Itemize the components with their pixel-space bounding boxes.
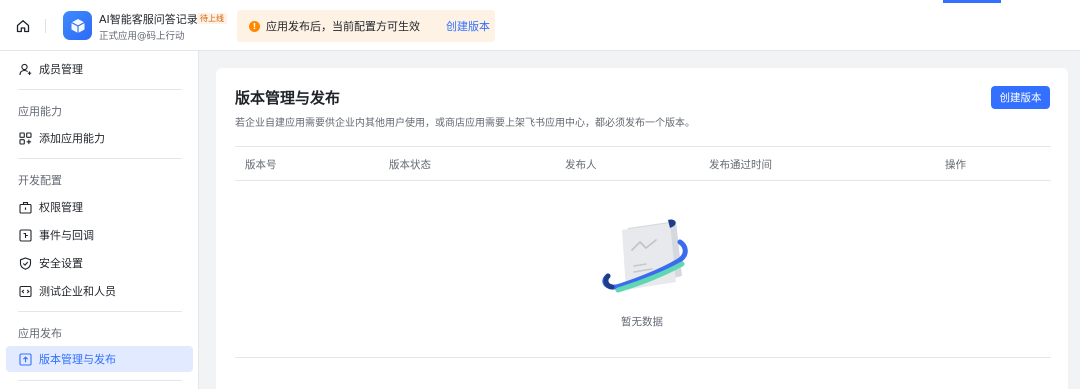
sidebar-item-members[interactable]: 成员管理 [6,56,193,82]
sidebar-item-label: 添加应用能力 [39,132,105,145]
grid-add-icon [18,131,32,145]
create-version-button[interactable]: 创建版本 [991,86,1050,109]
sidebar-item-add-capability[interactable]: 添加应用能力 [6,125,193,151]
sidebar: 成员管理 应用能力 添加应用能力 开发配置 权限管理 事件与回调 安全设置 测试… [0,51,199,389]
app-logo-icon [63,11,92,40]
sidebar-item-permissions[interactable]: 权限管理 [6,194,193,220]
code-icon [18,284,32,298]
publish-notice: ! 应用发布后，当前配置方可生效 创建版本 [237,10,495,42]
group-dev-config: 开发配置 [18,174,62,187]
sidebar-item-security[interactable]: 安全设置 [6,250,193,276]
sidebar-item-label: 版本管理与发布 [39,353,116,366]
event-icon [18,228,32,242]
column-publish-time: 发布通过时间 [709,159,772,171]
create-version-link[interactable]: 创建版本 [446,18,490,34]
page-description: 若企业自建应用需要供企业内其他用户使用，或商店应用需要上架飞书应用中心，都必须发… [235,118,695,129]
app-subtitle: 正式应用@码上行动 [99,31,185,42]
header-divider [45,19,46,33]
group-app-capability: 应用能力 [18,105,62,118]
table-header: 版本号 版本状态 发布人 发布通过时间 操作 [235,146,1051,181]
sidebar-item-label: 成员管理 [39,63,83,76]
app-name: AI智能客服问答记录 [99,13,198,26]
column-version: 版本号 [245,159,277,171]
page-title: 版本管理与发布 [235,89,341,107]
top-bar: AI智能客服问答记录 待上线 正式应用@码上行动 ! 应用发布后，当前配置方可生… [0,0,1080,51]
sidebar-item-label: 权限管理 [39,201,83,214]
sidebar-item-label: 事件与回调 [39,229,94,242]
top-tab-indicator [943,0,1001,3]
sidebar-divider [18,380,182,381]
sidebar-item-label: 测试企业和人员 [39,285,116,298]
empty-state-text: 暂无数据 [621,316,663,328]
home-icon[interactable] [13,16,33,36]
warning-icon: ! [249,20,260,32]
upload-icon [18,352,32,366]
shield-icon [18,256,32,270]
sidebar-divider [18,158,182,159]
member-add-icon [18,62,32,76]
group-app-release: 应用发布 [18,327,62,340]
notice-text: 应用发布后，当前配置方可生效 [266,20,420,33]
sidebar-item-events[interactable]: 事件与回调 [6,222,193,248]
sidebar-item-test-org[interactable]: 测试企业和人员 [6,278,193,304]
briefcase-lock-icon [18,200,32,214]
sidebar-item-version-management[interactable]: 版本管理与发布 [6,346,193,372]
version-management-panel: 版本管理与发布 若企业自建应用需要供企业内其他用户使用，或商店应用需要上架飞书应… [216,68,1068,389]
sidebar-item-label: 安全设置 [39,257,83,270]
status-badge: 待上线 [197,13,227,24]
empty-state-icon [600,216,688,298]
table-bottom-border [235,357,1051,358]
sidebar-divider [18,89,182,90]
column-publisher: 发布人 [565,159,597,171]
column-status: 版本状态 [389,159,431,171]
column-actions: 操作 [945,159,966,171]
sidebar-divider [18,311,182,312]
